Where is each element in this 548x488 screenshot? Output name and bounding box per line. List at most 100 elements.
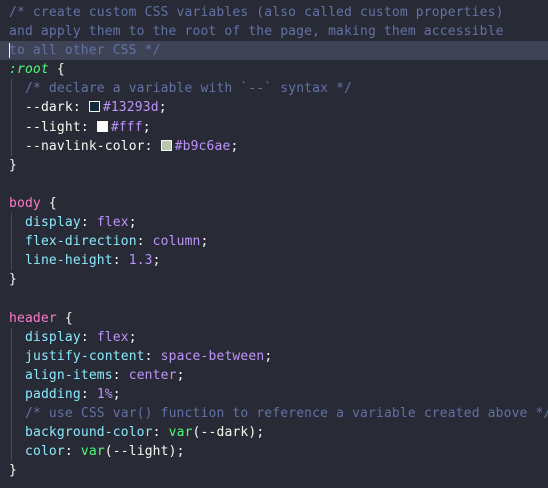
code-punctuation: } (9, 272, 17, 288)
code-line[interactable] (0, 289, 548, 308)
code-punctuation: ; (158, 100, 167, 116)
code-punctuation: } (9, 463, 17, 479)
css-value: #b9c6ae (174, 138, 231, 154)
code-line[interactable]: --light: #fff; (0, 117, 548, 137)
code-comment: /* create custom CSS variables (also cal… (9, 5, 504, 20)
color-swatch-icon[interactable] (160, 139, 172, 151)
code-punctuation: : (144, 138, 161, 154)
code-punctuation: { (56, 310, 73, 326)
css-value: flex (96, 215, 129, 231)
code-punctuation: ( (192, 425, 201, 441)
code-line-selected[interactable]: to all other CSS */ (0, 41, 548, 61)
code-punctuation: : (72, 100, 89, 116)
code-comment: /* declare a variable with `--` syntax *… (25, 81, 353, 97)
indent-guide (9, 327, 25, 347)
indent-guide (9, 423, 25, 443)
code-punctuation: ; (112, 386, 121, 402)
indent-guide (9, 442, 25, 462)
indent-guide (9, 346, 25, 366)
code-line[interactable]: --navlink-color: #b9c6ae; (0, 136, 548, 156)
code-line[interactable]: display: flex; (0, 327, 548, 347)
indent-guide (9, 251, 25, 271)
css-variable: --navlink-color (25, 138, 145, 154)
code-punctuation: : (152, 425, 169, 441)
css-value: flex (96, 329, 129, 345)
color-swatch-icon[interactable] (88, 101, 100, 113)
css-value: center (128, 367, 177, 383)
code-comment: to all other CSS */ (9, 43, 161, 59)
code-line[interactable]: justify-content: space-between; (0, 346, 548, 366)
code-line[interactable]: color: var(--light); (0, 442, 548, 462)
css-value: 1% (96, 386, 113, 402)
indent-guide (9, 232, 25, 252)
indent-guide (9, 213, 25, 233)
code-line[interactable]: /* use CSS var() function to reference a… (0, 403, 548, 424)
css-property: justify-content (25, 348, 145, 364)
code-punctuation: : (112, 253, 129, 269)
code-punctuation: ); (168, 444, 185, 460)
css-value: #13293d (102, 100, 159, 116)
indent-guide (9, 365, 25, 385)
code-line[interactable]: } (0, 461, 548, 480)
code-punctuation: ; (176, 367, 185, 383)
code-line[interactable]: --dark: #13293d; (0, 98, 548, 118)
css-selector: :root (9, 62, 49, 78)
css-property: color (25, 444, 65, 460)
css-variable: --dark (200, 425, 249, 441)
code-punctuation: } (9, 157, 17, 173)
indent-guide (9, 384, 25, 405)
indent-guide (9, 117, 25, 137)
code-line[interactable]: /* create custom CSS variables (also cal… (0, 3, 548, 22)
code-punctuation: : (144, 348, 161, 364)
code-punctuation: ; (264, 348, 273, 364)
code-line[interactable] (0, 175, 548, 194)
text-cursor (9, 43, 10, 59)
code-punctuation: { (40, 195, 57, 211)
css-value: 1.3 (128, 253, 153, 269)
code-line[interactable]: line-height: 1.3; (0, 251, 548, 271)
code-punctuation: ; (230, 138, 239, 154)
indent-guide (9, 98, 25, 118)
code-line[interactable]: body { (0, 194, 548, 213)
code-punctuation: : (80, 329, 97, 345)
code-line[interactable]: } (0, 270, 548, 289)
code-line[interactable]: padding: 1%; (0, 384, 548, 405)
css-selector: header (9, 310, 57, 326)
css-value: #fff (110, 119, 143, 135)
css-property: padding (25, 386, 81, 402)
css-variable: --light (112, 444, 169, 460)
css-property: display (25, 329, 81, 345)
css-selector: body (9, 195, 41, 211)
code-line[interactable]: and apply them to the root of the page, … (0, 22, 548, 41)
css-value: space-between (160, 348, 265, 364)
code-punctuation: ; (152, 253, 161, 269)
code-punctuation: ); (248, 425, 265, 441)
code-line[interactable]: background-color: var(--dark); (0, 423, 548, 443)
indent-guide (9, 79, 25, 99)
code-punctuation: ; (142, 119, 151, 135)
code-punctuation: ; (200, 234, 209, 250)
code-line[interactable]: } (0, 156, 548, 175)
code-punctuation: ; (128, 215, 137, 231)
code-punctuation: : (64, 444, 81, 460)
code-punctuation: ; (128, 329, 137, 345)
code-editor[interactable]: /* create custom CSS variables (also cal… (0, 0, 548, 488)
code-line[interactable]: header { (0, 309, 548, 328)
code-line[interactable]: :root { (0, 60, 548, 79)
code-punctuation: : (80, 386, 97, 402)
code-line[interactable]: flex-direction: column; (0, 232, 548, 252)
css-property: line-height (25, 253, 113, 269)
code-line[interactable]: /* declare a variable with `--` syntax *… (0, 79, 548, 99)
css-property: background-color (25, 425, 153, 441)
code-comment: and apply them to the root of the page, … (9, 24, 504, 40)
code-line[interactable]: display: flex; (0, 213, 548, 233)
indent-guide (9, 136, 25, 156)
color-swatch-icon[interactable] (96, 120, 108, 132)
code-punctuation: ( (104, 444, 113, 460)
code-punctuation: : (136, 234, 153, 250)
css-property: align-items (25, 367, 113, 383)
code-punctuation: : (112, 367, 129, 383)
css-value: column (152, 234, 201, 250)
code-line[interactable]: align-items: center; (0, 365, 548, 385)
css-function: var (80, 444, 105, 460)
